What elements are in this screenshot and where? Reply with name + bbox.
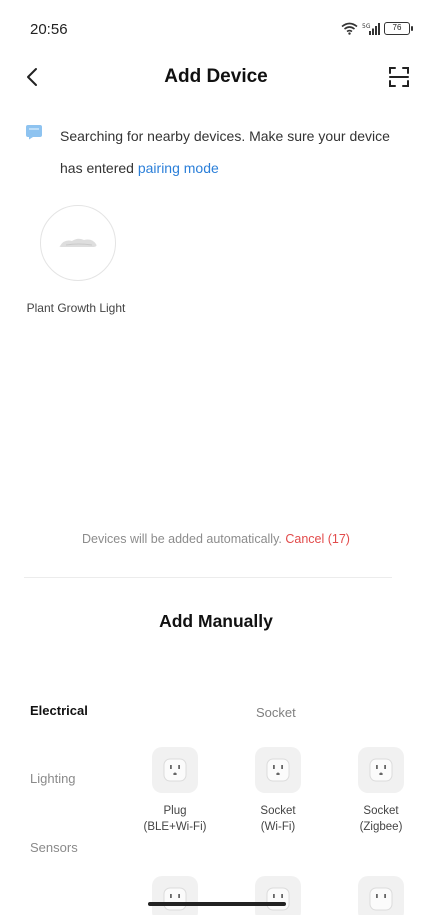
search-notice: Searching for nearby devices. Make sure … <box>24 120 414 184</box>
header: Add Device <box>0 56 432 100</box>
status-time: 20:56 <box>30 21 68 38</box>
section-socket-label: Socket <box>256 705 296 720</box>
status-bar: 20:56 5G 76 <box>0 0 432 60</box>
search-text: Searching for nearby devices. Make sure … <box>60 128 390 176</box>
plant-growth-light-icon <box>59 238 97 247</box>
searching-icon <box>24 124 44 140</box>
auto-add-text: Devices will be added automatically. <box>82 532 286 546</box>
socket-icon <box>358 876 404 915</box>
product-protocol: (BLE+Wi-Fi) <box>143 821 207 833</box>
socket-icon <box>255 747 301 793</box>
battery-icon: 76 <box>384 22 413 35</box>
product-name: Socket <box>363 805 399 817</box>
product-plug-ble-wifi[interactable]: Plug (BLE+Wi-Fi) <box>129 747 221 835</box>
pairing-mode-link[interactable]: pairing mode <box>138 160 219 176</box>
product-name: Plug <box>163 805 187 817</box>
product-socket-zigbee[interactable]: Socket (Zigbee) <box>335 747 427 835</box>
status-icons: 5G 76 <box>341 22 413 35</box>
divider <box>24 577 392 578</box>
cancel-button[interactable]: Cancel (17) <box>285 532 350 546</box>
product-socket-wifi[interactable]: Socket (Wi-Fi) <box>232 747 324 835</box>
scan-icon <box>389 67 409 87</box>
category-lighting[interactable]: Lighting <box>30 771 76 786</box>
category-sensors[interactable]: Sensors <box>30 840 78 855</box>
cellular-signal-icon: 5G <box>362 23 380 35</box>
home-indicator[interactable] <box>148 902 286 906</box>
wifi-icon <box>341 22 358 35</box>
scan-button[interactable] <box>386 64 412 90</box>
product-label: Socket (Wi-Fi) <box>232 803 324 835</box>
product-label: Socket (Zigbee) <box>335 803 427 835</box>
auto-add-notice: Devices will be added automatically. Can… <box>0 532 432 546</box>
socket-icon <box>358 747 404 793</box>
page-title: Add Device <box>164 66 268 87</box>
socket-icon <box>255 876 301 915</box>
product-name: Socket <box>260 805 296 817</box>
device-name: Plant Growth Light <box>26 301 126 315</box>
product-partial[interactable] <box>335 876 427 915</box>
product-partial[interactable] <box>129 876 221 915</box>
product-protocol: (Wi-Fi) <box>260 821 296 833</box>
product-label: Plug (BLE+Wi-Fi) <box>129 803 221 835</box>
product-protocol: (Zigbee) <box>359 821 403 833</box>
svg-text:5G: 5G <box>362 23 371 30</box>
product-partial[interactable] <box>232 876 324 915</box>
socket-icon <box>152 876 198 915</box>
device-image <box>40 205 116 281</box>
category-electrical[interactable]: Electrical <box>30 703 88 718</box>
add-manually-title: Add Manually <box>159 611 273 631</box>
socket-icon <box>152 747 198 793</box>
found-device-plant-growth-light[interactable]: Plant Growth Light <box>27 205 125 316</box>
search-message: Searching for nearby devices. Make sure … <box>60 120 414 184</box>
